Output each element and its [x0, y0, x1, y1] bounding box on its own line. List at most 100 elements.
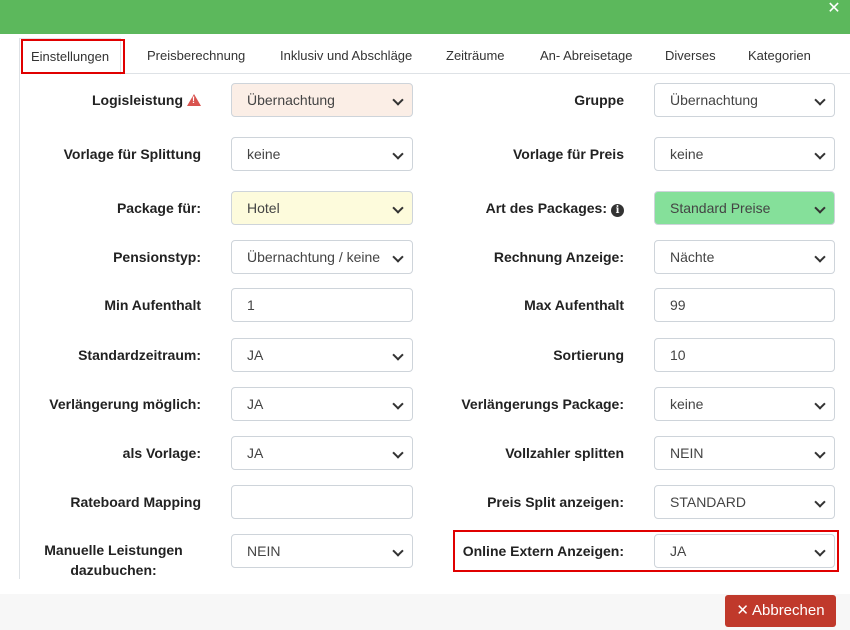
chevron-down-icon	[392, 251, 404, 263]
modal-footer	[0, 594, 850, 630]
label-text-package-fuer: Package für:	[116, 200, 201, 216]
value-art-des-packages: Standard Preise	[670, 200, 771, 216]
label-standardzeitraum: Standardzeitraum:	[11, 345, 201, 365]
tab-diverses[interactable]: Diverses	[665, 38, 716, 74]
label-text-vollzahler-splitten: Vollzahler splitten	[505, 445, 624, 461]
cancel-label: Abbrechen	[752, 602, 825, 619]
chevron-down-icon	[392, 94, 404, 106]
label-logisleistung: Logisleistung	[11, 90, 201, 110]
select-art-des-packages[interactable]: Standard Preise	[654, 191, 835, 225]
tab-einstellungen[interactable]: Einstellungen	[19, 38, 122, 75]
label-text-verlaengerungs-package: Verlängerungs Package:	[461, 396, 624, 412]
chevron-down-icon	[814, 496, 826, 508]
chevron-down-icon	[392, 349, 404, 361]
select-vollzahler-splitten[interactable]: NEIN	[654, 436, 835, 470]
label-rateboard-mapping: Rateboard Mapping	[11, 492, 201, 512]
value-rechnung-anzeige: Nächte	[670, 249, 715, 265]
value-verlaengerungs-package: keine	[670, 396, 704, 412]
chevron-down-icon	[392, 148, 404, 160]
label-sortierung: Sortierung	[444, 345, 624, 365]
label-text-min-aufenthalt: Min Aufenthalt	[104, 297, 201, 313]
label-max-aufenthalt: Max Aufenthalt	[444, 295, 624, 315]
value-vorlage-fuer-preis: keine	[670, 146, 704, 162]
select-manuelle-leistungen-dazubuchen[interactable]: NEIN	[231, 534, 413, 568]
value-preis-split-anzeigen: STANDARD	[670, 494, 746, 510]
label-text-pensionstyp: Pensionstyp:	[113, 249, 201, 265]
close-icon[interactable]: ✕	[826, 1, 842, 17]
label-text-manuelle-leistungen-dazubuchen: Manuelle Leistungen dazubuchen:	[44, 542, 183, 578]
label-text-gruppe: Gruppe	[574, 92, 624, 108]
select-gruppe[interactable]: Übernachtung	[654, 83, 835, 117]
tab-bar: Einstellungen Preisberechnung Inklusiv u…	[19, 38, 850, 75]
value-standardzeitraum: JA	[247, 347, 264, 363]
label-rechnung-anzeige: Rechnung Anzeige:	[444, 247, 624, 267]
label-online-extern-anzeigen: Online Extern Anzeigen:	[444, 541, 624, 561]
label-art-des-packages: Art des Packages: i	[444, 198, 624, 218]
select-standardzeitraum[interactable]: JA	[231, 338, 413, 372]
label-manuelle-leistungen-dazubuchen: Manuelle Leistungen dazubuchen:	[26, 540, 201, 580]
input-sortierung[interactable]: 10	[654, 338, 835, 372]
value-max-aufenthalt: 99	[670, 297, 686, 313]
label-text-art-des-packages: Art des Packages:	[485, 200, 607, 216]
tab-inklusiv-abschlaege[interactable]: Inklusiv und Abschläge	[280, 38, 412, 74]
label-preis-split-anzeigen: Preis Split anzeigen:	[444, 492, 624, 512]
label-text-sortierung: Sortierung	[553, 347, 624, 363]
chevron-down-icon	[814, 398, 826, 410]
label-vollzahler-splitten: Vollzahler splitten	[444, 443, 624, 463]
select-als-vorlage[interactable]: JA	[231, 436, 413, 470]
chevron-down-icon	[814, 251, 826, 263]
select-preis-split-anzeigen[interactable]: STANDARD	[654, 485, 835, 519]
label-text-vorlage-fuer-preis: Vorlage für Preis	[512, 146, 624, 162]
label-package-fuer: Package für:	[11, 198, 201, 218]
tab-an-abreisetage[interactable]: An- Abreisetage	[540, 38, 633, 74]
chevron-down-icon	[814, 447, 826, 459]
modal-header: ✕	[0, 0, 850, 34]
label-text-standardzeitraum: Standardzeitraum:	[78, 347, 201, 363]
label-als-vorlage: als Vorlage:	[11, 443, 201, 463]
label-text-logisleistung: Logisleistung	[92, 92, 183, 108]
label-text-rateboard-mapping: Rateboard Mapping	[70, 494, 201, 510]
tab-zeitraeume[interactable]: Zeiträume	[446, 38, 505, 74]
select-verlaengerungs-package[interactable]: keine	[654, 387, 835, 421]
select-online-extern-anzeigen[interactable]: JA	[654, 534, 835, 568]
label-verlaengerung-moeglich: Verlängerung möglich:	[11, 394, 201, 414]
tab-preisberechnung[interactable]: Preisberechnung	[147, 38, 245, 74]
label-min-aufenthalt: Min Aufenthalt	[11, 295, 201, 315]
value-min-aufenthalt: 1	[247, 297, 255, 313]
label-verlaengerungs-package: Verlängerungs Package:	[444, 394, 624, 414]
tab-kategorien[interactable]: Kategorien	[748, 38, 811, 74]
chevron-down-icon	[814, 148, 826, 160]
value-sortierung: 10	[670, 347, 686, 363]
chevron-down-icon	[392, 398, 404, 410]
info-icon[interactable]: i	[611, 204, 624, 217]
label-text-rechnung-anzeige: Rechnung Anzeige:	[493, 249, 624, 265]
value-gruppe: Übernachtung	[670, 92, 758, 108]
chevron-down-icon	[814, 202, 826, 214]
label-vorlage-fuer-preis: Vorlage für Preis	[444, 144, 624, 164]
value-package-fuer: Hotel	[247, 200, 280, 216]
select-verlaengerung-moeglich[interactable]: JA	[231, 387, 413, 421]
input-min-aufenthalt[interactable]: 1	[231, 288, 413, 322]
select-vorlage-fuer-preis[interactable]: keine	[654, 137, 835, 171]
value-online-extern-anzeigen: JA	[670, 543, 687, 559]
chevron-down-icon	[814, 545, 826, 557]
input-rateboard-mapping[interactable]	[231, 485, 413, 519]
select-vorlage-fuer-splittung[interactable]: keine	[231, 137, 413, 171]
chevron-down-icon	[814, 94, 826, 106]
select-rechnung-anzeige[interactable]: Nächte	[654, 240, 835, 274]
cancel-button[interactable]: ✕ Abbrechen	[725, 595, 836, 627]
label-gruppe: Gruppe	[444, 90, 624, 110]
select-logisleistung[interactable]: Übernachtung	[231, 83, 413, 117]
value-verlaengerung-moeglich: JA	[247, 396, 264, 412]
input-max-aufenthalt[interactable]: 99	[654, 288, 835, 322]
label-text-als-vorlage: als Vorlage:	[122, 445, 201, 461]
select-package-fuer[interactable]: Hotel	[231, 191, 413, 225]
label-text-max-aufenthalt: Max Aufenthalt	[524, 297, 624, 313]
chevron-down-icon	[392, 545, 404, 557]
chevron-down-icon	[392, 447, 404, 459]
label-text-vorlage-fuer-splittung: Vorlage für Splittung	[63, 146, 201, 162]
select-pensionstyp[interactable]: Übernachtung / keine	[231, 240, 413, 274]
label-text-online-extern-anzeigen: Online Extern Anzeigen:	[462, 543, 624, 559]
value-vorlage-fuer-splittung: keine	[247, 146, 281, 162]
label-vorlage-fuer-splittung: Vorlage für Splittung	[11, 144, 201, 164]
